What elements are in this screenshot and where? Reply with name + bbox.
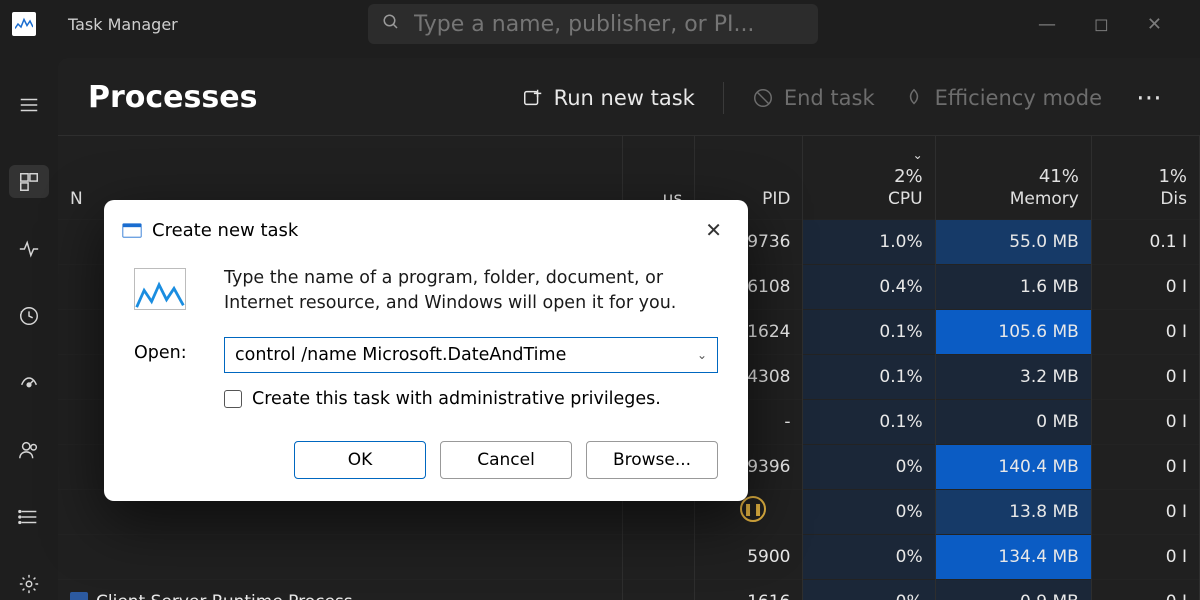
admin-checkbox-label: Create this task with administrative pri…: [252, 389, 661, 409]
end-task-label: End task: [784, 86, 875, 110]
efficiency-label: Efficiency mode: [935, 86, 1102, 110]
more-button[interactable]: ⋯: [1130, 83, 1170, 113]
toolbar-divider: [723, 82, 724, 114]
page-toolbar: Processes Run new task End task Efficien…: [58, 58, 1200, 135]
maximize-button[interactable]: ◻: [1094, 14, 1109, 35]
dialog-instructions: Type the name of a program, folder, docu…: [224, 266, 718, 317]
nav-services[interactable]: [9, 567, 49, 600]
open-combobox[interactable]: ⌄: [224, 337, 718, 373]
nav-details[interactable]: [9, 500, 49, 533]
sidebar: [0, 48, 58, 600]
nav-app-history[interactable]: [9, 299, 49, 332]
dialog-close-button[interactable]: ✕: [697, 214, 730, 246]
chevron-down-icon[interactable]: ⌄: [697, 348, 707, 362]
col-disk[interactable]: 1% Dis: [1091, 136, 1199, 220]
dialog-large-icon: [134, 268, 186, 310]
nav-users[interactable]: [9, 433, 49, 466]
end-task-button[interactable]: End task: [752, 86, 875, 110]
ok-button[interactable]: OK: [294, 441, 426, 479]
window-controls: — ◻ ✕: [1038, 14, 1192, 35]
nav-processes[interactable]: [9, 165, 49, 198]
efficiency-mode-button[interactable]: Efficiency mode: [903, 86, 1102, 110]
dialog-title: Create new task: [152, 220, 298, 241]
open-input[interactable]: [235, 345, 697, 365]
close-button[interactable]: ✕: [1147, 14, 1162, 35]
app-icon: [12, 12, 36, 36]
minimize-button[interactable]: —: [1038, 14, 1056, 35]
search-icon: [382, 13, 400, 35]
open-label: Open:: [134, 337, 204, 363]
titlebar: Task Manager — ◻ ✕: [0, 0, 1200, 48]
cancel-button[interactable]: Cancel: [440, 441, 572, 479]
table-row[interactable]: Client Server Runtime Process16160%0.9 M…: [58, 580, 1200, 600]
col-cpu[interactable]: ⌄ 2% CPU: [803, 136, 935, 220]
col-memory[interactable]: 41% Memory: [935, 136, 1091, 220]
nav-performance[interactable]: [9, 232, 49, 265]
run-new-task-button[interactable]: Run new task: [522, 86, 695, 110]
page-heading: Processes: [88, 80, 257, 115]
nav-startup[interactable]: [9, 366, 49, 399]
run-dialog-icon: [122, 222, 142, 238]
admin-checkbox[interactable]: [224, 390, 242, 408]
search-input[interactable]: [414, 12, 804, 37]
sort-caret-icon: ⌄: [913, 148, 923, 162]
app-title: Task Manager: [68, 15, 178, 34]
table-row[interactable]: 59000%134.4 MB0 I: [58, 535, 1200, 580]
create-new-task-dialog: Create new task ✕ Type the name of a pro…: [104, 200, 748, 501]
browse-button[interactable]: Browse...: [586, 441, 718, 479]
hamburger-button[interactable]: [9, 88, 49, 121]
search-box[interactable]: [368, 4, 818, 44]
run-new-task-label: Run new task: [554, 86, 695, 110]
pause-badge-icon: ❚❚: [740, 496, 766, 522]
